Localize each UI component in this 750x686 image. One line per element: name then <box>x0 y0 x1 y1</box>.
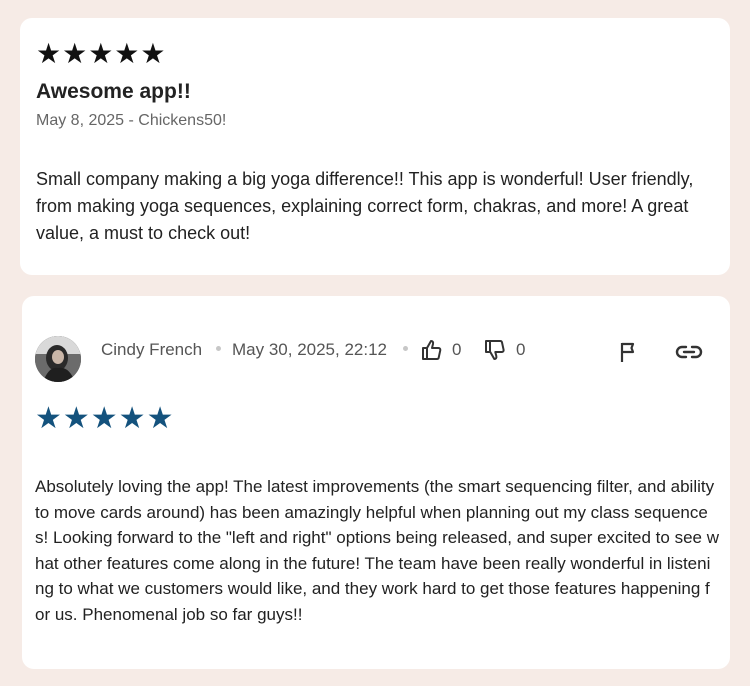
review-card-1: ★★★★★ Awesome app!! May 8, 2025 - Chicke… <box>20 18 730 275</box>
review-body: Absolutely loving the app! The latest im… <box>35 477 719 624</box>
author-name: Cindy French <box>101 340 203 359</box>
flag-icon[interactable] <box>617 340 641 369</box>
link-icon[interactable] <box>675 340 703 369</box>
star-rating: ★★★★★ <box>36 38 167 69</box>
review-body: Small company making a big yoga differen… <box>36 169 694 243</box>
review-card-2: Cindy French May 30, 2025, 22:12 0 0 ★★★… <box>22 296 730 669</box>
thumbs-down-icon[interactable] <box>483 338 507 367</box>
separator-dot <box>216 346 221 351</box>
review-date: May 30, 2025, 22:12 <box>232 340 388 359</box>
thumbs-up-icon[interactable] <box>420 338 444 367</box>
avatar <box>35 336 81 382</box>
review-title: Awesome app!! <box>36 80 191 103</box>
like-count: 0 <box>452 340 462 359</box>
star-rating: ★★★★★ <box>35 402 175 435</box>
dislike-count: 0 <box>516 340 526 359</box>
separator-dot <box>403 346 408 351</box>
review-meta: May 8, 2025 - Chickens50! <box>36 112 227 129</box>
